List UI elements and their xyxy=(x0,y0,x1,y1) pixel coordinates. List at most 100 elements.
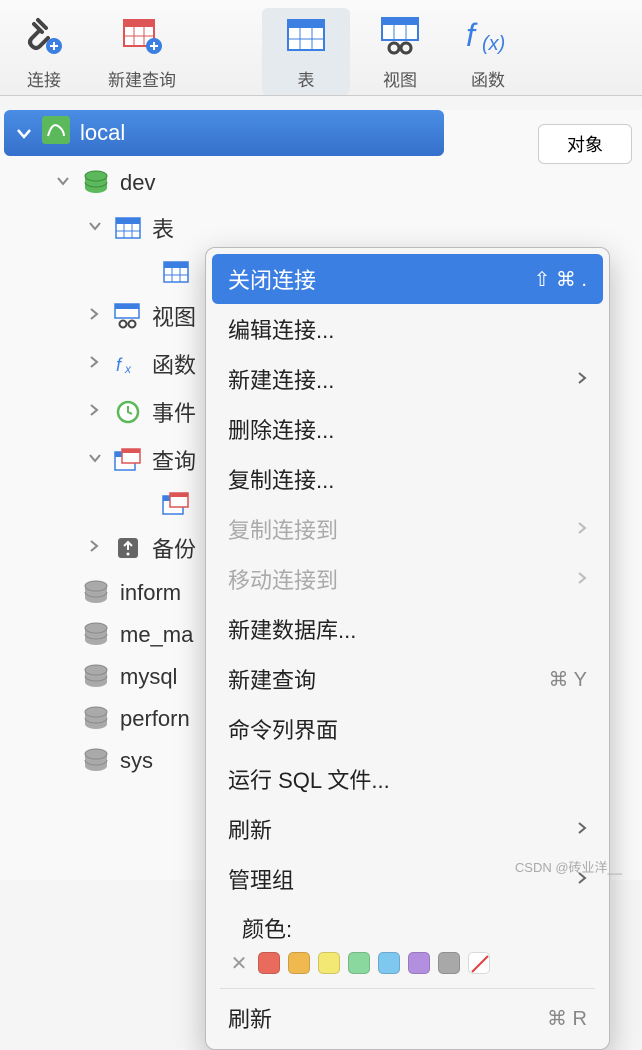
tree-label: dev xyxy=(120,170,155,196)
menu-label: 刷新 xyxy=(228,1002,272,1034)
table-plus-icon xyxy=(118,12,166,60)
menu-label: 新建连接... xyxy=(228,363,334,395)
chevron-icon xyxy=(88,219,104,237)
clock-icon xyxy=(114,400,142,424)
chevron-icon xyxy=(88,539,104,558)
chevron-icon xyxy=(88,451,104,469)
color-swatch[interactable] xyxy=(438,952,460,974)
db-gray-icon xyxy=(82,581,110,605)
toolbar-functions[interactable]: f(x) 函数 xyxy=(444,8,532,95)
shortcut: ⌘ Y xyxy=(548,667,587,692)
query-icon xyxy=(162,492,190,516)
shortcut: ⇧ ⌘ . xyxy=(534,267,587,292)
db-gray-icon xyxy=(82,707,110,731)
menu-label: 关闭连接 xyxy=(228,263,316,295)
menu-item[interactable]: 命令列界面 xyxy=(212,704,603,754)
menu-label: 删除连接... xyxy=(228,413,334,445)
color-swatch[interactable] xyxy=(288,952,310,974)
color-custom[interactable] xyxy=(468,952,490,974)
table-blue-icon xyxy=(114,216,142,240)
chevron-down-icon xyxy=(16,120,32,146)
menu-label: 运行 SQL 文件... xyxy=(228,763,390,795)
menu-label: 移动连接到 xyxy=(228,563,338,595)
plug-icon xyxy=(20,12,68,60)
toolbar-connect[interactable]: 连接 xyxy=(0,8,88,95)
menu-label: 管理组 xyxy=(228,863,294,895)
tree-item[interactable]: 表 xyxy=(24,204,642,252)
shortcut: ⌘ R xyxy=(547,1006,587,1031)
toolbar-label: 函数 xyxy=(471,66,505,91)
color-none[interactable]: ✕ xyxy=(228,952,250,974)
tree-label: 表 xyxy=(152,212,174,244)
menu-label: 新建数据库... xyxy=(228,613,356,645)
color-swatches: ✕ xyxy=(212,946,603,984)
menu-item[interactable]: 编辑连接... xyxy=(212,304,603,354)
menu-item: 复制连接到 xyxy=(212,504,603,554)
tree-label: perforn xyxy=(120,706,190,732)
tree-label: 视图 xyxy=(152,300,196,332)
footer-attribution: CSDN @砖业洋__ xyxy=(515,857,622,876)
menu-item[interactable]: 新建连接... xyxy=(212,354,603,404)
color-swatch[interactable] xyxy=(348,952,370,974)
tree-label: mysql xyxy=(120,664,177,690)
menu-item[interactable]: 删除连接... xyxy=(212,404,603,454)
connection-name: local xyxy=(80,120,125,146)
view-icon xyxy=(114,304,142,328)
table-icon xyxy=(282,12,330,60)
object-tab[interactable]: 对象 xyxy=(538,124,632,164)
query-icon xyxy=(114,448,142,472)
toolbar-label: 连接 xyxy=(27,66,61,91)
menu-item[interactable]: 复制连接... xyxy=(212,454,603,504)
color-label: 颜色: xyxy=(212,904,603,946)
color-swatch[interactable] xyxy=(318,952,340,974)
chevron-icon xyxy=(88,307,104,326)
color-swatch[interactable] xyxy=(258,952,280,974)
toolbar-tables[interactable]: 表 xyxy=(262,8,350,95)
svg-text:f: f xyxy=(116,355,123,375)
menu-label: 刷新 xyxy=(228,813,272,845)
tree-item[interactable]: dev xyxy=(24,162,642,204)
svg-text:(x): (x) xyxy=(482,33,505,55)
menu-label: 复制连接到 xyxy=(228,513,338,545)
fx-icon: f(x) xyxy=(464,12,512,60)
color-swatch[interactable] xyxy=(378,952,400,974)
menu-item[interactable]: 关闭连接 ⇧ ⌘ . xyxy=(212,254,603,304)
tree-label: 函数 xyxy=(152,348,196,380)
chevron-right-icon xyxy=(577,368,587,391)
chevron-right-icon xyxy=(577,518,587,541)
menu-label: 复制连接... xyxy=(228,463,334,495)
menu-label: 编辑连接... xyxy=(228,313,334,345)
chevron-icon xyxy=(88,403,104,422)
svg-text:x: x xyxy=(124,362,132,375)
menu-item[interactable]: 运行 SQL 文件... xyxy=(212,754,603,804)
tree-label: 查询 xyxy=(152,444,196,476)
db-gray-icon xyxy=(82,749,110,773)
toolbar-label: 视图 xyxy=(383,66,417,91)
color-swatch[interactable] xyxy=(408,952,430,974)
toolbar-label: 表 xyxy=(298,66,315,91)
chevron-icon xyxy=(56,174,72,192)
tree-label: inform xyxy=(120,580,181,606)
chevron-icon xyxy=(88,355,104,374)
context-menu: 关闭连接 ⇧ ⌘ . 编辑连接... 新建连接... 删除连接... 复制连接... 复制连… xyxy=(205,247,610,1050)
backup-icon xyxy=(114,536,142,560)
menu-item[interactable]: 新建查询 ⌘ Y xyxy=(212,654,603,704)
toolbar-views[interactable]: 视图 xyxy=(356,8,444,95)
toolbar-new-query[interactable]: 新建查询 xyxy=(88,8,196,95)
menu-item[interactable]: 刷新 xyxy=(212,804,603,854)
connection-header[interactable]: local xyxy=(4,110,444,156)
tree-label: me_ma xyxy=(120,622,193,648)
tree-label: sys xyxy=(120,748,153,774)
content-area: 对象 local dev表视图fx函数事件查询备份informme_mamysq… xyxy=(0,110,642,880)
db-green-icon xyxy=(82,171,110,195)
menu-item: 移动连接到 xyxy=(212,554,603,604)
main-toolbar: 连接 新建查询 表 视图 f(x) 函数 xyxy=(0,0,642,96)
chevron-right-icon xyxy=(577,818,587,841)
chevron-right-icon xyxy=(577,568,587,591)
menu-item[interactable]: 新建数据库... xyxy=(212,604,603,654)
menu-item-refresh[interactable]: 刷新 ⌘ R xyxy=(212,993,603,1043)
view-icon xyxy=(376,12,424,60)
menu-label: 命令列界面 xyxy=(228,713,338,745)
menu-label: 新建查询 xyxy=(228,663,316,695)
fx-blue-icon: fx xyxy=(114,352,142,376)
